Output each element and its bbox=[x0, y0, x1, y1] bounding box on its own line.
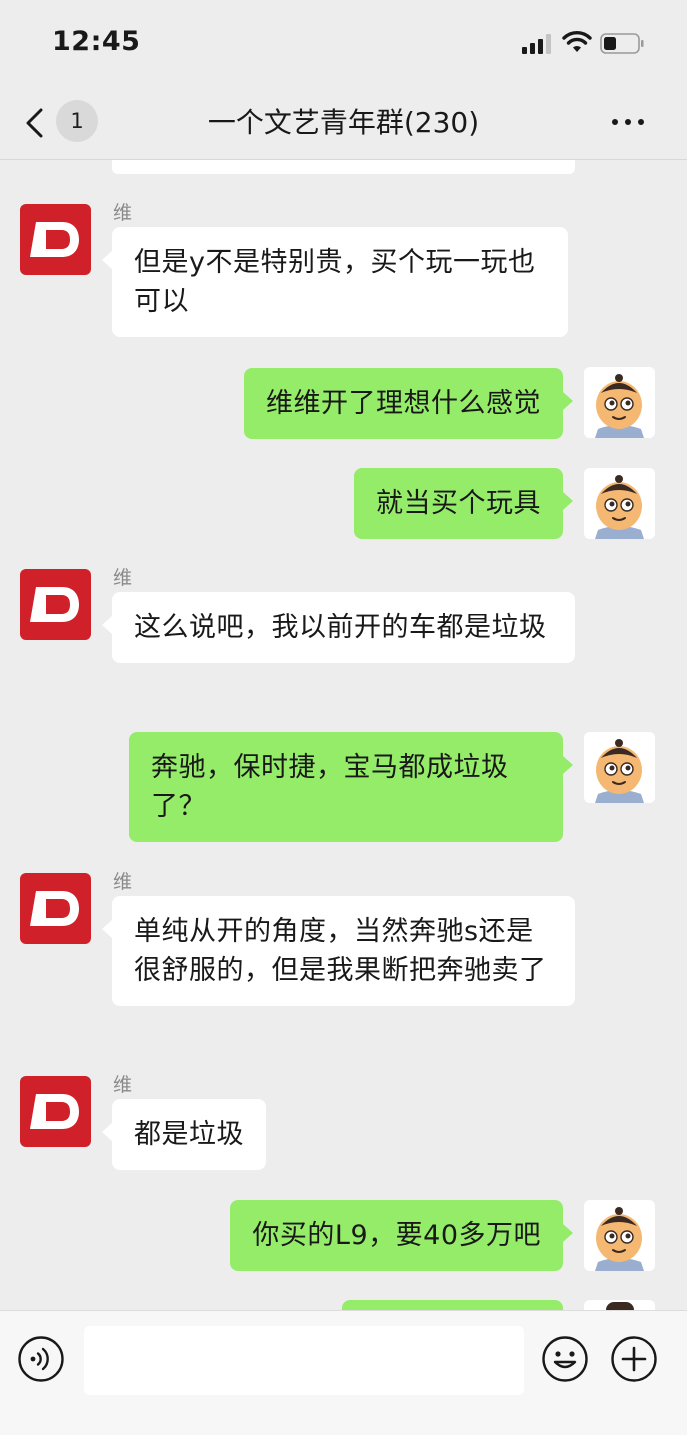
avatar-cartoon-boy[interactable] bbox=[584, 1200, 655, 1271]
battery-icon bbox=[600, 33, 644, 54]
more-button[interactable] bbox=[608, 104, 648, 140]
message-bubble-incoming[interactable]: 这么说吧，我以前开的车都是垃圾 bbox=[102, 592, 575, 663]
status-time: 12:45 bbox=[52, 26, 141, 57]
sender-name: 维 bbox=[113, 567, 133, 589]
cellular-signal-icon bbox=[522, 34, 551, 54]
avatar-d-logo[interactable] bbox=[20, 1076, 91, 1147]
chat-input-bar bbox=[0, 1310, 687, 1435]
more-dots-icon bbox=[612, 119, 618, 125]
partial-message-bubble bbox=[112, 160, 575, 174]
avatar-d-logo[interactable] bbox=[20, 873, 91, 944]
avatar-cartoon-boy bbox=[584, 1300, 655, 1310]
avatar-d-logo[interactable] bbox=[20, 569, 91, 640]
chat-title: 一个文艺青年群(230) bbox=[207, 106, 480, 139]
avatar-cartoon-boy[interactable] bbox=[584, 732, 655, 803]
message-bubble-outgoing[interactable]: 就当买个玩具 bbox=[354, 468, 573, 539]
avatar-cartoon-boy[interactable] bbox=[584, 468, 655, 539]
avatar-d-logo[interactable] bbox=[20, 204, 91, 275]
message-input[interactable] bbox=[84, 1326, 524, 1395]
partial-message-bubble bbox=[342, 1300, 563, 1310]
sender-name: 维 bbox=[113, 202, 133, 224]
avatar-cartoon-boy[interactable] bbox=[584, 367, 655, 438]
chevron-left-icon bbox=[26, 108, 43, 138]
back-button[interactable]: 1 bbox=[18, 98, 102, 146]
message-list[interactable]: 维 但是y不是特别贵，买个玩一玩也可以 维维开了理想什么感觉 就当买个玩具 维 … bbox=[0, 160, 687, 1310]
message-bubble-incoming[interactable]: 但是y不是特别贵，买个玩一玩也可以 bbox=[102, 227, 568, 337]
message-bubble-outgoing[interactable]: 你买的L9，要40多万吧 bbox=[230, 1200, 573, 1271]
message-bubble-incoming[interactable]: 单纯从开的角度，当然奔驰s还是很舒服的，但是我果断把奔驰卖了 bbox=[102, 896, 575, 1006]
message-bubble-outgoing[interactable]: 奔驰，保时捷，宝马都成垃圾了？ bbox=[129, 732, 573, 842]
sender-name: 维 bbox=[113, 871, 133, 893]
sender-name: 维 bbox=[113, 1074, 133, 1096]
chat-header: 1 一个文艺青年群(230) bbox=[0, 90, 687, 160]
message-bubble-outgoing[interactable]: 维维开了理想什么感觉 bbox=[244, 368, 573, 439]
voice-icon[interactable] bbox=[17, 1335, 65, 1383]
plus-circle-icon[interactable] bbox=[610, 1335, 658, 1383]
wifi-icon bbox=[562, 31, 592, 52]
status-bar: 12:45 bbox=[0, 0, 687, 90]
message-bubble-incoming[interactable]: 都是垃圾 bbox=[102, 1099, 266, 1170]
unread-count-badge: 1 bbox=[56, 100, 98, 142]
emoji-icon[interactable] bbox=[541, 1335, 589, 1383]
